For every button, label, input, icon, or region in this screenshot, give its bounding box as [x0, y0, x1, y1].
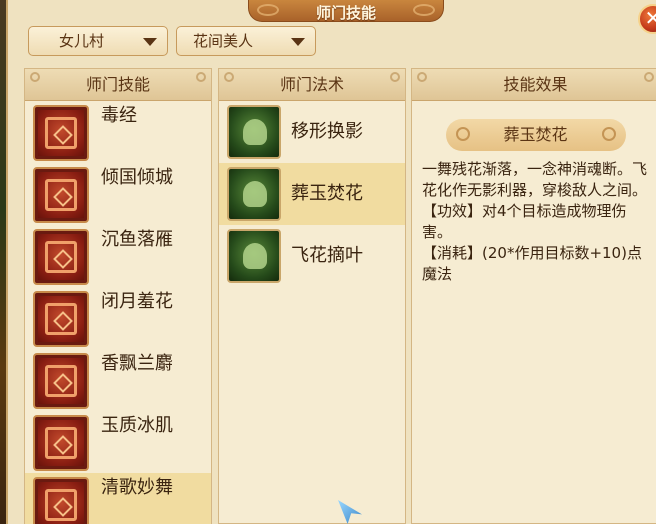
burning-flower-icon [227, 167, 281, 221]
close-button[interactable]: ✕ [638, 4, 656, 34]
master-dropdown-value: 花间美人 [193, 32, 254, 50]
close-icon: ✕ [644, 6, 656, 30]
sect-dropdown-value: 女儿村 [59, 32, 105, 50]
sect-dropdown[interactable]: 女儿村 [28, 26, 168, 56]
shadow-swap-icon [227, 105, 281, 159]
poison-book-icon [33, 105, 89, 161]
jade-skin-icon [33, 415, 89, 471]
charm-icon [33, 167, 89, 223]
corner-ornament-icon [417, 72, 427, 82]
skill-name: 沉鱼落雁 [101, 229, 173, 250]
spell-name: 移形换影 [291, 121, 363, 142]
spell-item[interactable]: 移形换影 [219, 101, 405, 163]
sect-skills-window: 师门技能 女儿村 花间美人 师门技能 毒经 倾国倾城 沉鱼落雁 闭月羞花 香飘兰… [6, 0, 656, 524]
fish-goose-icon [33, 229, 89, 285]
cloud-ornament-icon [601, 127, 616, 141]
effect-title: 葬玉焚花 [503, 125, 568, 144]
spells-panel-title: 师门法术 [279, 75, 344, 94]
skill-name: 倾国倾城 [101, 167, 173, 188]
spell-item[interactable]: 飞花摘叶 [219, 225, 405, 287]
moon-flower-icon [33, 291, 89, 347]
dance-icon [33, 477, 89, 524]
spells-panel-header: 师门法术 [219, 69, 405, 101]
title-bar[interactable]: 师门技能 [248, 0, 444, 22]
skill-name: 香飘兰麝 [101, 353, 173, 374]
skill-item[interactable]: 毒经 [25, 101, 211, 163]
spell-name: 飞花摘叶 [291, 245, 363, 266]
swirl-ornament-icon [413, 4, 435, 16]
chevron-down-icon [143, 38, 157, 46]
skill-item[interactable]: 倾国倾城 [25, 163, 211, 225]
skill-name: 闭月羞花 [101, 291, 173, 312]
effect-line: 【功效】对4个目标造成物理伤害。 [422, 202, 627, 241]
effect-title-banner: 葬玉焚花 [445, 119, 626, 151]
corner-ornament-icon [390, 72, 400, 82]
skill-name: 玉质冰肌 [101, 415, 173, 436]
effect-description: 一舞残花渐落，一念神消魂断。飞花化作无影利器，穿梭敌人之间。 [422, 160, 648, 199]
master-dropdown[interactable]: 花间美人 [176, 26, 316, 56]
skill-item[interactable]: 香飘兰麝 [25, 349, 211, 411]
skill-item[interactable]: 清歌妙舞 [25, 473, 211, 524]
corner-ornament-icon [224, 72, 234, 82]
spell-name: 葬玉焚花 [291, 183, 363, 204]
skill-item[interactable]: 闭月羞花 [25, 287, 211, 349]
effect-panel-title: 技能效果 [503, 75, 568, 94]
skill-name: 毒经 [101, 105, 137, 126]
skill-item[interactable]: 玉质冰肌 [25, 411, 211, 473]
skills-panel-header: 师门技能 [25, 69, 211, 101]
skills-panel: 师门技能 毒经 倾国倾城 沉鱼落雁 闭月羞花 香飘兰麝 玉质冰肌 清歌妙舞 [24, 68, 212, 524]
chevron-down-icon [291, 38, 305, 46]
flying-leaf-icon [227, 229, 281, 283]
cost-line: 【消耗】(20*作用目标数+10)点魔法 [422, 244, 642, 283]
effect-panel-header: 技能效果 [412, 69, 656, 101]
cloud-ornament-icon [455, 127, 470, 141]
effect-description-block: 一舞残花渐落，一念神消魂断。飞花化作无影利器，穿梭敌人之间。 【功效】对4个目标… [412, 151, 656, 285]
corner-ornament-icon [644, 72, 654, 82]
skill-name: 清歌妙舞 [101, 477, 173, 498]
effect-panel: 技能效果 葬玉焚花 一舞残花渐落，一念神消魂断。飞花化作无影利器，穿梭敌人之间。… [411, 68, 656, 524]
fragrance-icon [33, 353, 89, 409]
skills-panel-title: 师门技能 [85, 75, 150, 94]
corner-ornament-icon [30, 72, 40, 82]
spell-item[interactable]: 葬玉焚花 [219, 163, 405, 225]
spells-panel: 师门法术 移形换影 葬玉焚花 飞花摘叶 [218, 68, 406, 524]
skill-item[interactable]: 沉鱼落雁 [25, 225, 211, 287]
corner-ornament-icon [196, 72, 206, 82]
